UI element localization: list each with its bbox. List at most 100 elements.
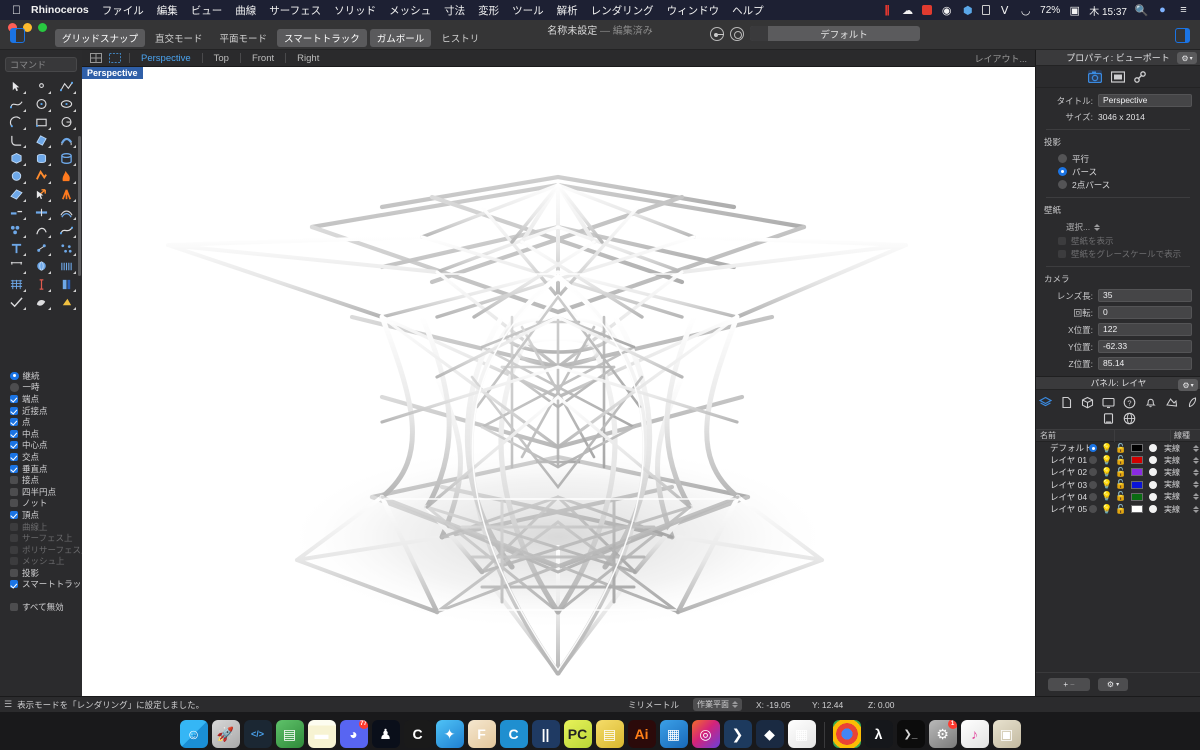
flyout-arrow-icon[interactable]: [48, 289, 51, 292]
flyout-arrow-icon[interactable]: [23, 127, 26, 130]
layer-visibility-icon[interactable]: 💡: [1100, 443, 1114, 454]
wifi-icon[interactable]: ◡: [1019, 4, 1032, 17]
chevron-updown-icon[interactable]: [732, 701, 738, 708]
flyout-arrow-icon[interactable]: [48, 271, 51, 274]
apple-logo-icon[interactable]: : [12, 4, 21, 16]
flyout-arrow-icon[interactable]: [48, 253, 51, 256]
layer-linetype[interactable]: 実線: [1160, 467, 1191, 478]
menu-item-transform[interactable]: 変形: [478, 3, 499, 18]
menu-item-dimension[interactable]: 寸法: [444, 3, 465, 18]
dock-item-rhinoceros[interactable]: ❯: [723, 720, 752, 748]
surface-from-curves-icon[interactable]: [29, 132, 53, 149]
layer-visibility-icon[interactable]: 💡: [1100, 491, 1114, 502]
menu-app-name[interactable]: Rhinoceros: [31, 4, 89, 16]
flyout-arrow-icon[interactable]: [73, 253, 76, 256]
layer-color-swatch[interactable]: [1131, 505, 1143, 514]
render-sphere-icon[interactable]: [29, 258, 53, 275]
hamburger-icon[interactable]: ☰: [4, 699, 12, 710]
globe-render-icon[interactable]: [1123, 412, 1136, 425]
wallpaper-show-row[interactable]: 壁紙を表示: [1036, 234, 1200, 247]
chevron-updown-icon[interactable]: [1094, 223, 1101, 231]
plane-surface-icon[interactable]: [4, 186, 28, 203]
perspective-viewport[interactable]: Perspective: [82, 67, 1035, 696]
dropbox-icon[interactable]: ⬢: [961, 4, 974, 17]
trim-icon[interactable]: [4, 204, 28, 221]
menu-item-file[interactable]: ファイル: [102, 3, 144, 18]
menu-item-surface[interactable]: サーフェス: [269, 3, 321, 18]
osnap-checkbox-18[interactable]: [10, 580, 18, 589]
osnap-checkbox-19[interactable]: [10, 603, 18, 612]
osnap-row-5[interactable]: 中点: [0, 428, 78, 440]
dock-item-terminal[interactable]: ❯_: [896, 720, 925, 748]
dock-item-itunes[interactable]: ♪: [960, 720, 989, 748]
battery-charging-icon[interactable]: ▣: [1068, 4, 1081, 17]
dock-item-pages[interactable]: ▤: [595, 720, 624, 748]
projection-option-two-point[interactable]: 2点パース: [1036, 178, 1200, 191]
radio-perspective[interactable]: [1058, 167, 1067, 176]
checkbox-wallpaper-show[interactable]: [1058, 236, 1066, 245]
menu-item-render[interactable]: レンダリング: [591, 3, 654, 18]
osnap-checkbox-2[interactable]: [10, 394, 18, 403]
osnap-row-2[interactable]: 端点: [0, 393, 78, 405]
layer-row[interactable]: レイヤ 05 💡 🔓 実線: [1036, 503, 1200, 515]
osnap-checkbox-7[interactable]: [10, 452, 18, 461]
flyout-arrow-icon[interactable]: [73, 289, 76, 292]
osnap-checkbox-11[interactable]: [10, 499, 18, 508]
osnap-row-9[interactable]: 接点: [0, 474, 78, 486]
camera-lens-input[interactable]: 35: [1098, 289, 1192, 302]
camera-x-input[interactable]: 122: [1098, 323, 1192, 336]
layer-stepper-icon[interactable]: [1191, 505, 1200, 513]
dock-item-chrome[interactable]: [832, 720, 861, 748]
layer-row[interactable]: デフォルト 💡 🔓 実線: [1036, 442, 1200, 454]
flyout-arrow-icon[interactable]: [48, 145, 51, 148]
layer-lock-icon[interactable]: 🔓: [1114, 491, 1128, 502]
osnap-radio-0[interactable]: [10, 371, 19, 381]
flyout-arrow-icon[interactable]: [73, 307, 76, 310]
layer-visibility-icon[interactable]: 💡: [1100, 504, 1114, 515]
dock-item-blue-art-app[interactable]: ♟: [371, 720, 400, 748]
layer-name[interactable]: デフォルト: [1036, 442, 1093, 454]
wallpaper-gray-row[interactable]: 壁紙をグレースケールで表示: [1036, 247, 1200, 260]
properties-page-icon[interactable]: [1060, 396, 1073, 409]
toggle-grid-snap[interactable]: グリッドスナップ: [55, 29, 146, 47]
flyout-arrow-icon[interactable]: [48, 163, 51, 166]
dock-item-photos-folder[interactable]: ▣: [992, 720, 1021, 748]
osnap-checkbox-6[interactable]: [10, 441, 18, 450]
osnap-checkbox-5[interactable]: [10, 429, 18, 438]
music-bars-icon[interactable]: ||: [880, 4, 893, 17]
camera-y-input[interactable]: -62.33: [1098, 340, 1192, 353]
layer-stepper-icon[interactable]: [1191, 456, 1200, 464]
toggle-ortho[interactable]: 直交モード: [148, 29, 210, 47]
layer-row[interactable]: レイヤ 03 💡 🔓 実線: [1036, 479, 1200, 491]
dock-item-clip-studio[interactable]: C: [499, 720, 528, 748]
layer-row[interactable]: レイヤ 02 💡 🔓 実線: [1036, 466, 1200, 478]
layer-color-swatch[interactable]: [1131, 456, 1143, 465]
dock-item-pycharm[interactable]: PC: [563, 720, 592, 748]
dock-item-illustrator[interactable]: Ai: [627, 720, 656, 748]
bluetooth-icon[interactable]: ᐯ: [998, 4, 1011, 17]
object-layer-icon[interactable]: [710, 26, 724, 41]
flyout-arrow-icon[interactable]: [73, 181, 76, 184]
osnap-row-12[interactable]: 頂点: [0, 509, 78, 521]
flame-icon[interactable]: [54, 168, 78, 185]
layer-current-radio[interactable]: [1086, 468, 1100, 477]
flyout-arrow-icon[interactable]: [23, 109, 26, 112]
osnap-row-8[interactable]: 垂直点: [0, 463, 78, 475]
layer-current-radio[interactable]: [1086, 492, 1100, 501]
layer-print-color-icon[interactable]: [1146, 468, 1160, 477]
menu-item-solid[interactable]: ソリッド: [334, 3, 376, 18]
transform-move-icon[interactable]: [29, 186, 53, 203]
osnap-row-4[interactable]: 点: [0, 416, 78, 428]
red-app-icon[interactable]: [922, 5, 933, 15]
layer-name[interactable]: レイヤ 04: [1036, 491, 1087, 503]
split-icon[interactable]: [29, 204, 53, 221]
viewport-name-label[interactable]: Perspective: [82, 67, 143, 79]
flyout-arrow-icon[interactable]: [73, 235, 76, 238]
globe-dot-icon[interactable]: ◉: [940, 4, 953, 17]
flyout-arrow-icon[interactable]: [23, 217, 26, 220]
toggle-smarttrack[interactable]: スマートトラック: [277, 29, 367, 47]
curve-icon[interactable]: [4, 96, 28, 113]
dock-item-fontbook[interactable]: F: [467, 720, 496, 748]
layer-color-swatch[interactable]: [1131, 444, 1143, 453]
layer-current-radio[interactable]: [1086, 505, 1100, 514]
